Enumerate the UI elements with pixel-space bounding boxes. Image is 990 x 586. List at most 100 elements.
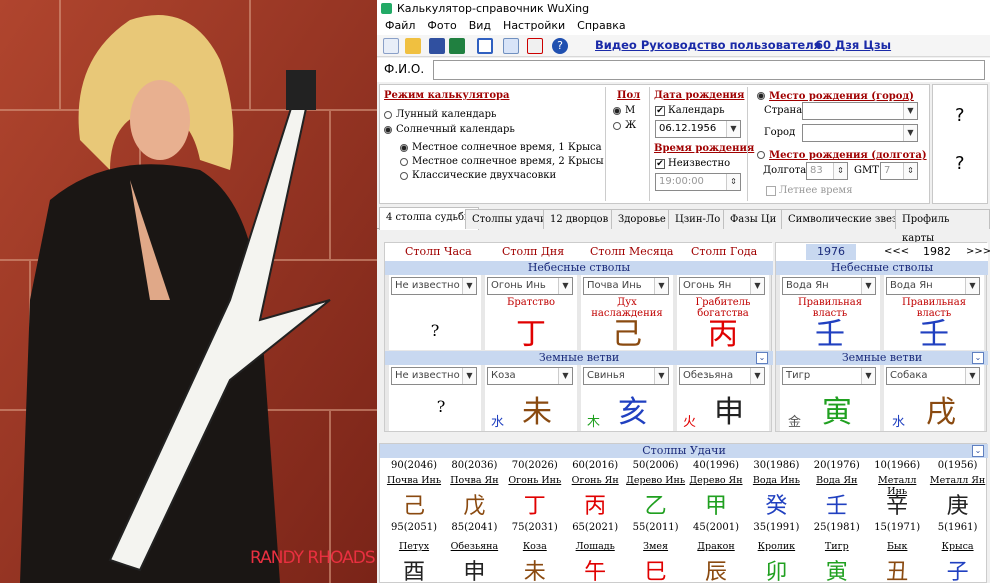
- longitude-input[interactable]: 83 ⇕: [806, 162, 848, 180]
- prev-year-button[interactable]: <<<: [884, 246, 909, 257]
- collapse-icon[interactable]: ⌄: [756, 352, 768, 364]
- luck-stem-label: Дерево Ян: [689, 475, 743, 486]
- preview-icon[interactable]: [503, 38, 519, 54]
- year-nav: 1976 <<< 1982 >>>: [776, 243, 990, 261]
- chevron-down-icon: ▼: [558, 278, 572, 294]
- branch-select-value: Обезьяна: [683, 370, 734, 381]
- image-icon[interactable]: [449, 38, 465, 54]
- stems-band: Небесные стволы: [776, 261, 988, 275]
- chevron-down-icon: ▼: [750, 278, 764, 294]
- stem-select[interactable]: Огонь Инь ▼: [487, 277, 573, 295]
- birthdate-picker[interactable]: 06.12.1956 ▼: [655, 120, 741, 138]
- pdf-icon[interactable]: [527, 38, 543, 54]
- stem-cell: Огонь Инь ▼ Братство 丁: [485, 275, 577, 352]
- help-icon[interactable]: ?: [552, 38, 568, 54]
- stem-select[interactable]: Не известно ▼: [391, 277, 477, 295]
- branch-select[interactable]: Тигр ▼: [782, 367, 876, 385]
- spinner-icon: ⇕: [903, 163, 917, 179]
- app-window: Калькулятор-справочник WuXing Файл Фото Ви…: [377, 0, 990, 585]
- day-pillar-header: Столп Дня: [502, 245, 565, 258]
- solar-option[interactable]: Солнечный календарь: [384, 124, 515, 135]
- tab-four-pillars[interactable]: 4 столпа судьбы: [379, 207, 479, 230]
- branch-character: 亥: [618, 395, 648, 430]
- branch-select[interactable]: Собака ▼: [886, 367, 980, 385]
- luck-age-year: 35(1991): [753, 522, 800, 533]
- chevron-down-icon: ▼: [726, 121, 740, 137]
- time-opt1[interactable]: Местное солнечное время, 1 Крыса: [400, 142, 602, 153]
- book-icon[interactable]: [477, 38, 493, 54]
- lunar-option[interactable]: Лунный календарь: [384, 109, 496, 120]
- summer-time-checkbox[interactable]: Летнее время: [766, 185, 853, 196]
- branch-character: 申: [714, 395, 744, 430]
- menu-photo[interactable]: Фото: [427, 19, 456, 32]
- photo-slots: ? ?: [932, 84, 988, 204]
- lunar-radio[interactable]: [384, 110, 392, 119]
- luck-age-year: 30(1986): [753, 460, 800, 471]
- hour-pillar-header: Столп Часа: [405, 245, 472, 258]
- stem-select[interactable]: Вода Ян ▼: [886, 277, 980, 295]
- solar-radio[interactable]: [384, 125, 392, 134]
- luck-age-year: 60(2016): [572, 460, 619, 471]
- stem-select-value: Не известно: [395, 280, 460, 291]
- month-pillar-header: Столп Месяца: [590, 245, 674, 258]
- branch-select-value: Не известно: [395, 370, 460, 381]
- next-year-button[interactable]: >>>: [966, 246, 990, 257]
- calendar-checkbox[interactable]: ✔ Календарь: [655, 105, 725, 116]
- branch-select-value: Коза: [491, 370, 516, 381]
- video-guide-link[interactable]: Видео Руководство пользователя: [595, 38, 821, 52]
- menu-help[interactable]: Справка: [577, 19, 625, 32]
- app-icon: [381, 3, 392, 14]
- pillar-headers: Столп Часа Столп Дня Столп Месяца Столп …: [385, 243, 773, 261]
- branch-select[interactable]: Свинья ▼: [583, 367, 669, 385]
- menu-file[interactable]: Файл: [385, 19, 415, 32]
- tab-luck-pillars[interactable]: Столпы удачи: [465, 209, 554, 229]
- time-opt2[interactable]: Местное солнечное время, 2 Крысы: [400, 156, 604, 167]
- time-unknown-checkbox[interactable]: ✔ Неизвестно: [655, 158, 730, 169]
- tab-chart-profile[interactable]: Профиль карты: [895, 209, 990, 244]
- luck-stem-label: Вода Ян: [816, 475, 858, 486]
- branches-band: Земные ветви: [776, 351, 988, 365]
- open-folder-icon[interactable]: [405, 38, 421, 54]
- branch-cell: Обезьяна ▼ 火申: [677, 365, 769, 431]
- stem-select[interactable]: Вода Ян ▼: [782, 277, 876, 295]
- menu-settings[interactable]: Настройки: [503, 19, 565, 32]
- 60-jiazi-link[interactable]: 60 Дзя Цзы: [815, 38, 891, 52]
- longitude-option[interactable]: Место рождения (долгота): [757, 148, 927, 161]
- stem-character: 壬: [919, 317, 949, 352]
- tab-12-palaces[interactable]: 12 дворцов: [543, 209, 616, 229]
- luck-branch-label: Коза: [522, 541, 547, 552]
- tab-health[interactable]: Здоровье: [611, 209, 673, 229]
- female-option[interactable]: Ж: [613, 120, 636, 131]
- stem-cell: Огонь Ян ▼ Грабитель богатства 丙: [677, 275, 769, 352]
- menu-view[interactable]: Вид: [469, 19, 491, 32]
- stem-character: 丙: [708, 317, 738, 352]
- country-select[interactable]: ▼: [802, 102, 918, 120]
- name-input[interactable]: [433, 60, 985, 80]
- luck-stem-character: 戊: [463, 494, 486, 519]
- branch-select[interactable]: Не известно ▼: [391, 367, 477, 385]
- save-icon[interactable]: [429, 38, 445, 54]
- branch-select[interactable]: Обезьяна ▼: [679, 367, 765, 385]
- collapse-icon[interactable]: ⌄: [972, 352, 984, 364]
- chevron-down-icon: ▼: [903, 103, 917, 119]
- time-input[interactable]: 19:00:00 ⇕: [655, 173, 741, 191]
- luck-branch-character: 酉: [402, 560, 425, 585]
- city-option[interactable]: Место рождения (город): [757, 89, 914, 102]
- stem-select[interactable]: Почва Инь ▼: [583, 277, 669, 295]
- collapse-icon[interactable]: ⌄: [972, 445, 984, 457]
- settings-panel: Режим калькулятора Лунный календарь Солн…: [379, 84, 930, 204]
- male-option[interactable]: М: [613, 105, 635, 116]
- branch-select[interactable]: Коза ▼: [487, 367, 573, 385]
- city-select[interactable]: ▼: [802, 124, 918, 142]
- branch-cell: Коза ▼ 水未: [485, 365, 577, 431]
- branch-cell: Собака ▼ 水戌: [884, 365, 984, 431]
- tab-jing-luo[interactable]: Цзин-Ло: [668, 209, 728, 229]
- gmt-input[interactable]: 7 ⇕: [880, 162, 918, 180]
- luck-age-year: 40(1996): [693, 460, 739, 471]
- tab-qi-phases[interactable]: Фазы Ци: [723, 209, 784, 229]
- time-opt3[interactable]: Классические двухчасовки: [400, 170, 556, 181]
- luck-age-year: 20(1976): [813, 460, 860, 471]
- luck-branch-label: Змея: [643, 541, 669, 552]
- new-file-icon[interactable]: [383, 38, 399, 54]
- stem-select[interactable]: Огонь Ян ▼: [679, 277, 765, 295]
